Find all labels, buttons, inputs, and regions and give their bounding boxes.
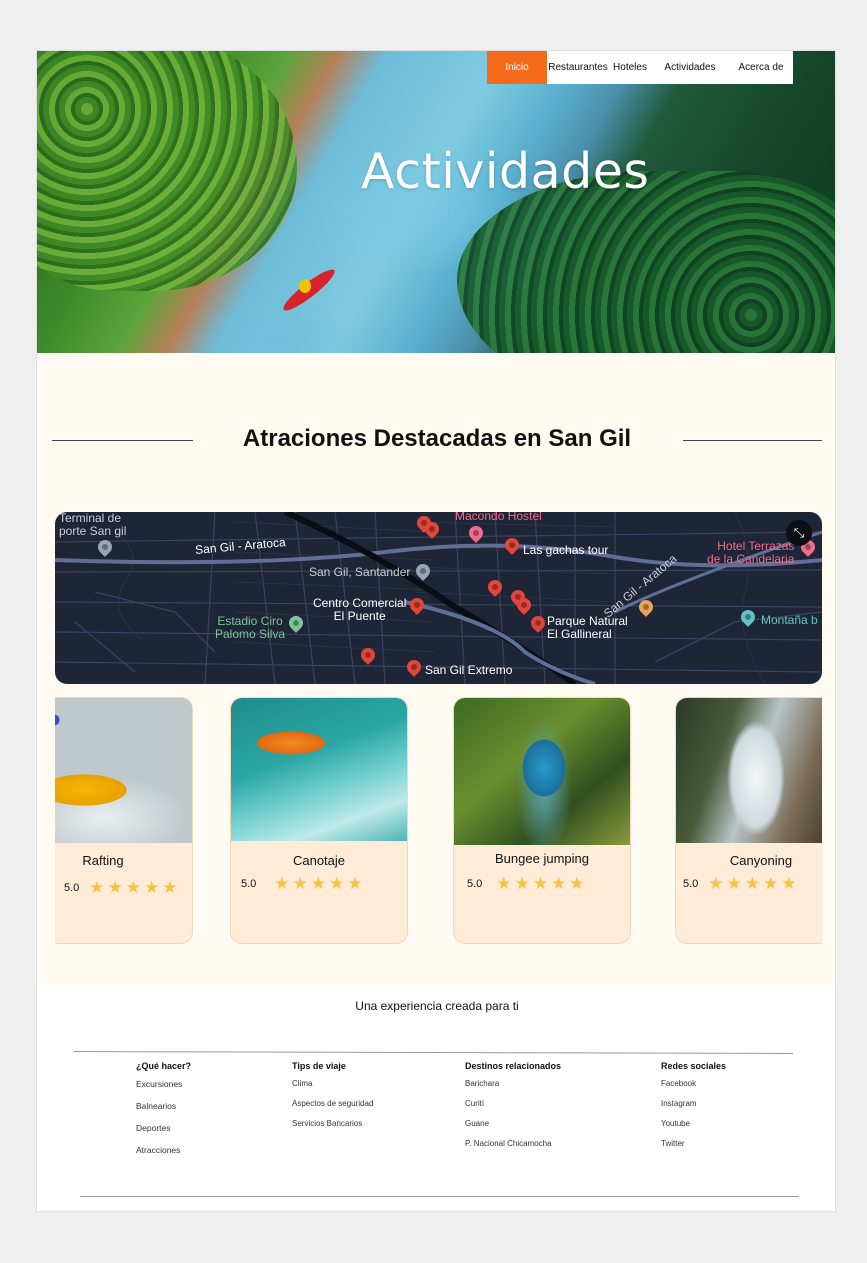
footer-col-redes: Redes sociales Facebook Instagram Youtub… (661, 1061, 726, 1159)
bungee-photo (454, 698, 630, 845)
map-pin-montana[interactable] (741, 610, 755, 628)
map-label-centro-comercial: Centro Comercial El Puente (313, 596, 407, 623)
map-pin-estadio[interactable] (289, 616, 303, 634)
star-icons: ★★★★★ (89, 878, 181, 897)
map-pin-6[interactable] (517, 598, 531, 616)
card-rating: 5.0 ★★★★★ (64, 878, 181, 898)
hero-banner: Actividades Inicio Restaurantes Hoteles … (37, 51, 835, 353)
rating-value: 5.0 (467, 878, 483, 890)
map-pin-centro-comercial[interactable] (410, 598, 424, 616)
star-icons: ★★★★★ (274, 874, 366, 893)
card-canotaje[interactable]: Canotaje 5.0 ★★★★★ (230, 697, 408, 944)
featured-section: Atraciones Destacadas en San Gil Termina… (37, 353, 835, 985)
footer-link-instagram[interactable]: Instagram (661, 1099, 726, 1108)
map-label-macondo-hostel: Macondo Hostel (455, 512, 542, 523)
map-label-estadio: Estadio Ciro Palomo Silva (215, 614, 286, 641)
footer-link-clima[interactable]: Clima (292, 1079, 373, 1088)
footer-divider-top (73, 1051, 794, 1054)
footer-divider-bottom (80, 1196, 799, 1197)
card-name: Canotaje (292, 853, 346, 868)
nav-item-hoteles[interactable]: Hoteles (609, 51, 651, 84)
rating-value: 5.0 (683, 878, 699, 890)
map-label-parque-gallineral: Parque Natural El Gallineral (547, 614, 628, 641)
card-canyoning[interactable]: Canyoning 5.0 ★★★★★ (675, 697, 822, 944)
rating-value: 5.0 (241, 878, 257, 890)
map-label-san-gil-extremo: San Gil Extremo (425, 663, 513, 677)
footer-col-title: Redes sociales (661, 1061, 727, 1071)
footer-col-tips: Tips de viaje Clima Aspectos de segurida… (292, 1061, 373, 1139)
nav-item-acerca-de[interactable]: Acerca de (729, 51, 793, 84)
canyoning-photo (676, 698, 822, 843)
map-pin-sangil-santander[interactable] (416, 564, 430, 582)
footer-link-balnearios[interactable]: Balnearios (136, 1101, 191, 1111)
footer-link-seguridad[interactable]: Aspectos de seguridad (292, 1099, 373, 1108)
rafting-photo (55, 698, 192, 843)
title-divider-right (683, 440, 822, 441)
footer-col-que-hacer: ¿Qué hacer? Excursiones Balnearios Depor… (136, 1061, 191, 1167)
map-label-sangil-santander: San Gil, Santander (309, 565, 411, 579)
rating-value: 5.0 (64, 882, 80, 894)
hero-kayaker (299, 279, 311, 293)
footer-link-barichara[interactable]: Barichara (465, 1079, 561, 1088)
footer-col-destinos: Destinos relacionados Barichara Curití G… (465, 1061, 561, 1159)
footer-link-curiti[interactable]: Curití (465, 1099, 561, 1108)
footer-col-title: Destinos relacionados (465, 1061, 562, 1071)
footer-link-bancarios[interactable]: Servicios Bancarios (292, 1119, 373, 1128)
map-pin-las-gachas[interactable] (505, 538, 519, 556)
section-title: Atraciones Destacadas en San Gil (242, 425, 632, 452)
map-pin-2[interactable] (425, 522, 439, 540)
footer-link-youtube[interactable]: Youtube (661, 1119, 726, 1128)
card-rating: 5.0 ★★★★★ (241, 874, 366, 894)
map-label-montana: Montaña b (761, 613, 818, 627)
card-name: Rafting (82, 853, 124, 868)
map-label-las-gachas: Las gachas tour (523, 543, 609, 557)
map-pin-restaurant[interactable] (639, 600, 653, 618)
nav-item-inicio[interactable]: Inicio (487, 51, 547, 84)
hero-title: Actividades (361, 143, 650, 200)
footer-link-facebook[interactable]: Facebook (661, 1079, 726, 1088)
fullscreen-exit-icon[interactable]: ⤡ (786, 520, 812, 546)
footer-col-title: Tips de viaje (292, 1061, 346, 1071)
nav-item-actividades[interactable]: Actividades (651, 51, 729, 84)
footer-link-guane[interactable]: Guane (465, 1119, 561, 1128)
card-name: Canyoning (729, 853, 793, 868)
star-icons: ★★★★★ (496, 874, 588, 893)
hero-forest-left (37, 51, 297, 291)
card-bungee-jumping[interactable]: Bungee jumping 5.0 ★★★★★ (453, 697, 631, 944)
map-pin-macondo-hostel[interactable] (469, 526, 483, 544)
footer-link-atracciones[interactable]: Atracciones (136, 1145, 191, 1155)
star-icons: ★★★★★ (708, 874, 800, 893)
canotaje-photo (231, 698, 407, 841)
card-rating: 5.0 ★★★★★ (467, 874, 588, 894)
map-pin-terminal[interactable] (98, 540, 112, 558)
card-name: Bungee jumping (495, 851, 589, 866)
map-pin-4[interactable] (488, 580, 502, 598)
map-label-hotel-terrazas: Hotel Terrazas de la Candelaria (707, 539, 795, 566)
activity-carousel: Rafting 5.0 ★★★★★ Canotaje 5.0 ★★★★★ Bun… (55, 697, 822, 947)
footer-link-excursiones[interactable]: Excursiones (136, 1079, 191, 1089)
footer-link-deportes[interactable]: Deportes (136, 1123, 191, 1133)
attractions-map[interactable]: Terminal de porte San gil San Gil - Arat… (55, 512, 822, 684)
footer-link-chicamocha[interactable]: P. Nacional Chicamocha (465, 1139, 561, 1148)
card-rating: 5.0 ★★★★★ (683, 874, 800, 894)
map-label-terminal: Terminal de porte San gil (59, 512, 127, 538)
main-nav: Inicio Restaurantes Hoteles Actividades … (487, 51, 793, 84)
footer-col-title: ¿Qué hacer? (136, 1061, 192, 1071)
map-pin-7[interactable] (361, 648, 375, 666)
footer-link-twitter[interactable]: Twitter (661, 1139, 726, 1148)
map-pin-san-gil-extremo[interactable] (407, 660, 421, 678)
card-rafting[interactable]: Rafting 5.0 ★★★★★ (55, 697, 193, 944)
map-pin-parque-gallineral[interactable] (531, 616, 545, 634)
page: Actividades Inicio Restaurantes Hoteles … (36, 50, 836, 1212)
nav-item-restaurantes[interactable]: Restaurantes (547, 51, 609, 84)
footer-tagline: Una experiencia creada para ti (355, 999, 519, 1013)
